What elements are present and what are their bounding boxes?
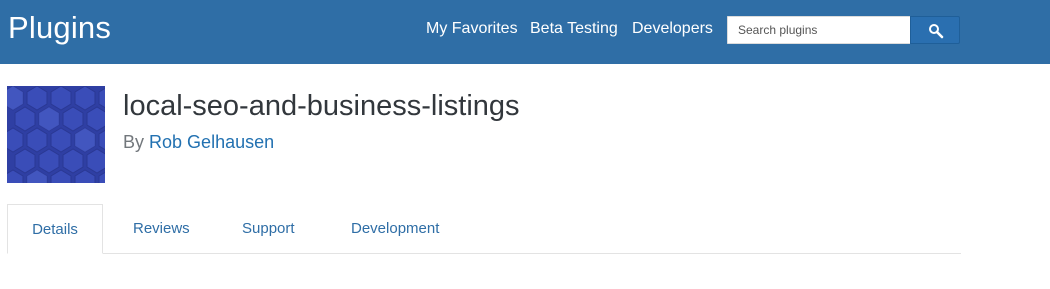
byline-prefix: By bbox=[123, 132, 145, 152]
plugin-tabs: Details Reviews Support Development bbox=[7, 204, 961, 254]
tab-support[interactable]: Support bbox=[242, 204, 295, 253]
nav-developers[interactable]: Developers bbox=[632, 20, 713, 38]
nav-my-favorites[interactable]: My Favorites bbox=[426, 20, 518, 38]
site-header: Plugins My Favorites Beta Testing Develo… bbox=[0, 0, 1050, 64]
site-title-link[interactable]: Plugins bbox=[8, 10, 111, 46]
plugin-title: local-seo-and-business-listings bbox=[123, 90, 520, 122]
tab-details[interactable]: Details bbox=[7, 204, 103, 254]
search-form bbox=[727, 16, 960, 44]
search-icon bbox=[929, 24, 944, 39]
tab-reviews[interactable]: Reviews bbox=[133, 204, 190, 253]
plugin-byline: By Rob Gelhausen bbox=[123, 132, 274, 153]
search-button[interactable] bbox=[910, 16, 960, 44]
search-input[interactable] bbox=[727, 16, 910, 44]
tab-development[interactable]: Development bbox=[351, 204, 439, 253]
author-link[interactable]: Rob Gelhausen bbox=[149, 132, 274, 152]
nav-beta-testing[interactable]: Beta Testing bbox=[530, 20, 618, 38]
plugin-banner bbox=[7, 86, 105, 183]
hexagon-pattern-icon bbox=[7, 86, 105, 183]
